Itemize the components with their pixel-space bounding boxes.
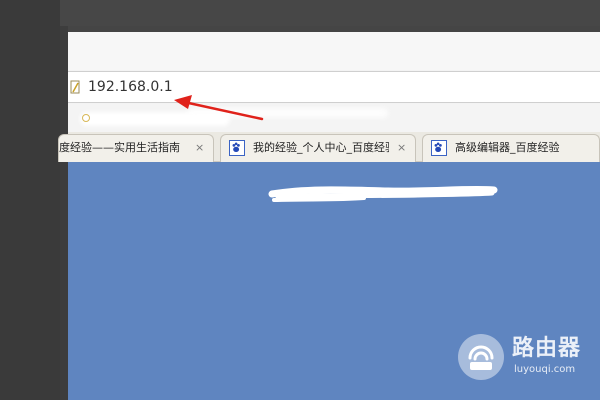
browser-title-strip: [68, 32, 600, 70]
watermark-subtitle: luyouqi.com: [514, 364, 576, 375]
outer-desktop-top: [0, 0, 600, 26]
site-watermark: 路由器 luyouqi.com: [458, 334, 598, 382]
baidu-paw-icon: [431, 140, 447, 156]
page-icon: [70, 80, 80, 94]
bookmark-bar: [68, 104, 600, 132]
tab-label: 度经验——实用生活指南: [59, 141, 180, 154]
redaction-scribble: [268, 185, 498, 202]
router-logo-icon: [458, 334, 504, 380]
close-icon[interactable]: ×: [195, 141, 204, 155]
outer-left-panel: [0, 0, 60, 400]
tab-baidu-jingyan-home[interactable]: 度经验——实用生活指南 ×: [58, 134, 214, 162]
tab-bar: 度经验——实用生活指南 × 我的经验_个人中心_百度经验 × 高级编辑器_百度经…: [58, 132, 600, 162]
bookmark-dot-icon: [82, 114, 90, 122]
tab-label: 高级编辑器_百度经验: [455, 141, 560, 154]
url-text[interactable]: 192.168.0.1: [88, 78, 173, 96]
tab-label: 我的经验_个人中心_百度经验: [253, 141, 389, 154]
window-gutter: [60, 26, 68, 400]
watermark-title: 路由器: [512, 336, 582, 361]
red-arrow-icon: [174, 95, 264, 121]
close-icon[interactable]: ×: [397, 141, 406, 155]
tab-advanced-editor[interactable]: 高级编辑器_百度经验: [422, 134, 600, 162]
tab-my-jingyan[interactable]: 我的经验_个人中心_百度经验 ×: [220, 134, 416, 162]
address-bar[interactable]: 192.168.0.1: [68, 71, 600, 103]
baidu-paw-icon: [229, 140, 245, 156]
